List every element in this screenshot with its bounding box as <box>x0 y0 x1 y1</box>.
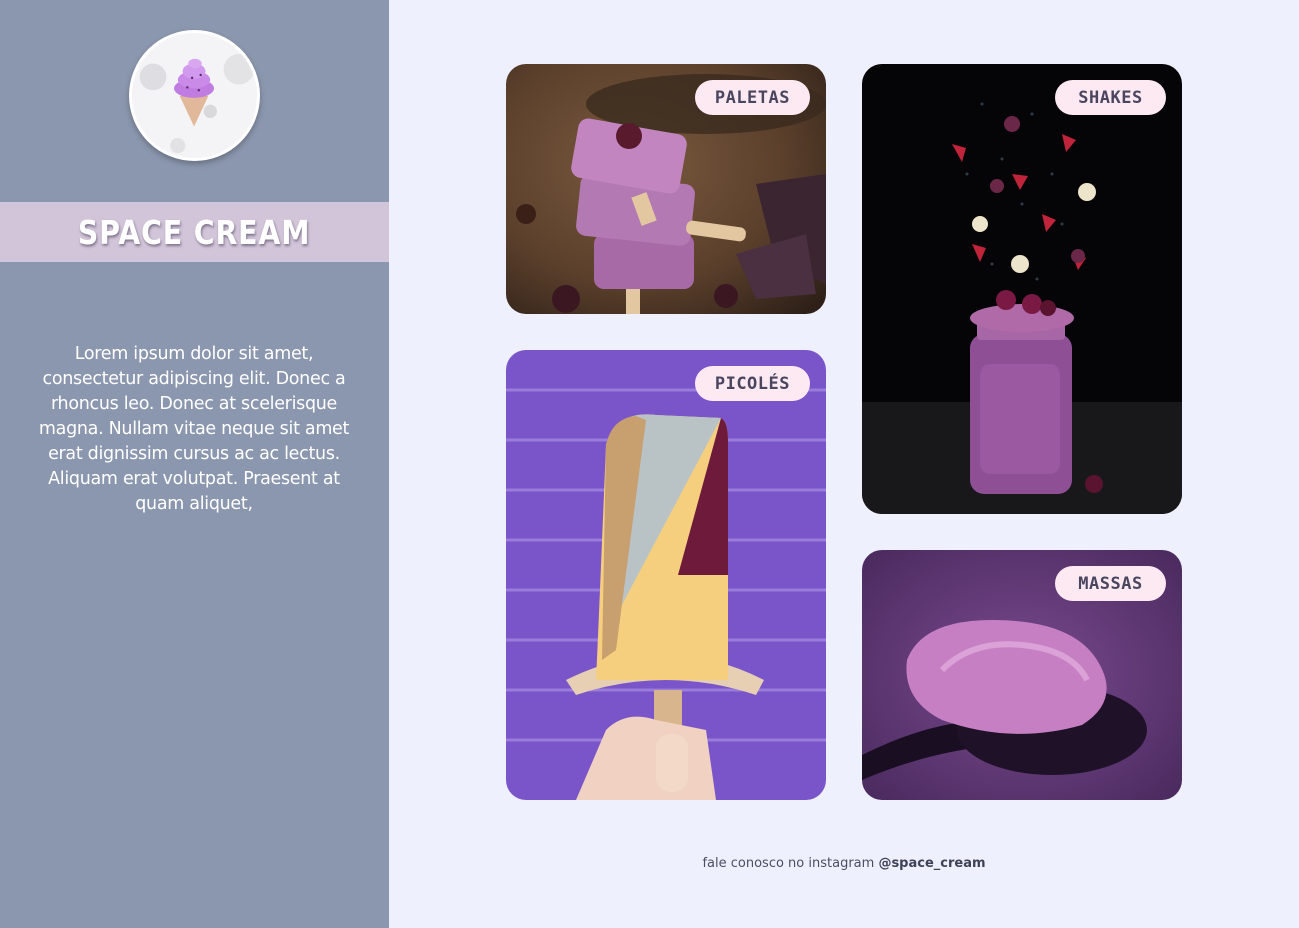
paletas-label[interactable]: PALETAS <box>694 80 810 115</box>
card-massas[interactable]: MASSAS <box>862 550 1182 800</box>
footer-text: fale conosco no instagram <box>702 856 879 871</box>
shakes-label[interactable]: SHAKES <box>1055 80 1166 115</box>
shakes-photo <box>862 64 1182 514</box>
brand-logo[interactable] <box>129 30 260 161</box>
ice-cream-cone-icon <box>139 53 255 154</box>
card-paletas[interactable]: PALETAS <box>506 64 826 314</box>
brand-title: SPACE CREAM <box>78 212 311 252</box>
massas-label[interactable]: MASSAS <box>1055 566 1166 601</box>
sidebar: SPACE CREAM Lorem ipsum dolor sit amet, … <box>0 0 389 928</box>
brand-description: Lorem ipsum dolor sit amet, consectetur … <box>38 344 350 514</box>
brand-band: SPACE CREAM <box>0 202 389 262</box>
footer: fale conosco no instagram @space_cream <box>389 856 1299 871</box>
picoles-photo <box>506 350 826 800</box>
card-picoles[interactable]: PICOLÉS <box>506 350 826 800</box>
instagram-link[interactable]: @space_cream <box>878 856 985 871</box>
card-shakes[interactable]: SHAKES <box>862 64 1182 514</box>
picoles-label[interactable]: PICOLÉS <box>694 366 810 401</box>
